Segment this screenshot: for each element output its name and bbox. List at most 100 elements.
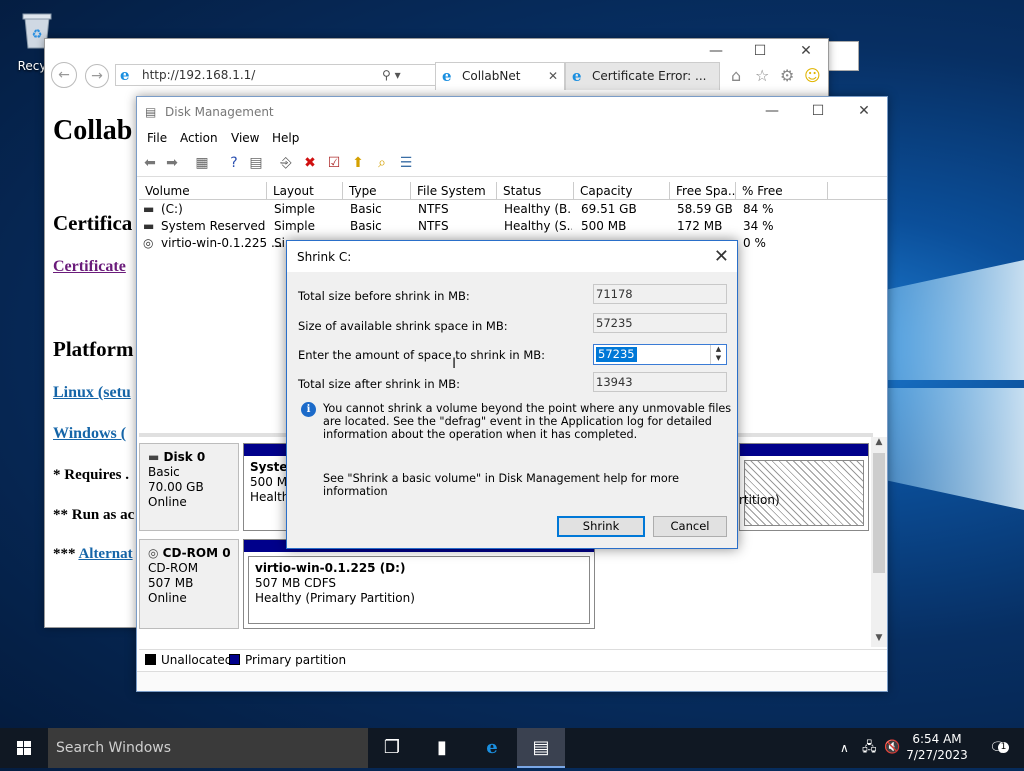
address-bar[interactable]: e http://192.168.1.1/ ⚲ ▾ ↻ bbox=[115, 64, 477, 86]
total-after-value: 13943 bbox=[593, 372, 727, 392]
list-view-icon[interactable]: ☰ bbox=[397, 154, 415, 172]
volume-free: 58.59 GB bbox=[677, 202, 733, 216]
legend: Unallocated Primary partition bbox=[139, 649, 887, 669]
volume-row[interactable]: ▬ System Reserved Simple Basic NTFS Heal… bbox=[139, 218, 887, 235]
total-after-label: Total size after shrink in MB: bbox=[298, 377, 460, 391]
search-icon[interactable]: ⚲ ▾ bbox=[382, 65, 401, 85]
volume-capacity: 69.51 GB bbox=[581, 202, 637, 216]
dm-title: Disk Management bbox=[165, 105, 274, 119]
tab-certificate-error[interactable]: e Certificate Error: ... bbox=[565, 62, 720, 90]
back-arrow-icon[interactable]: ⬅ bbox=[141, 154, 159, 172]
cdrom-partition[interactable]: virtio-win-0.1.225 (D:) 507 MB CDFS Heal… bbox=[243, 539, 595, 629]
delete-icon[interactable]: ✖ bbox=[301, 154, 319, 172]
home-icon[interactable]: ⌂ bbox=[731, 66, 741, 85]
stepper-up-icon[interactable]: ▲ bbox=[711, 345, 726, 354]
menu-action[interactable]: Action bbox=[180, 131, 218, 145]
forward-arrow-icon[interactable]: ➡ bbox=[163, 154, 181, 172]
taskbar-search-box[interactable]: Search Windows bbox=[48, 728, 368, 768]
col-free-space[interactable]: Free Spa... bbox=[670, 182, 736, 200]
text-cursor-icon: I bbox=[452, 356, 457, 372]
back-button[interactable]: ← bbox=[51, 62, 77, 88]
taskbar-disk-management[interactable]: ▤ bbox=[517, 728, 565, 768]
server-manager-icon: ▮ bbox=[437, 737, 447, 758]
notification-count: 1 bbox=[998, 742, 1009, 753]
minimize-button[interactable]: — bbox=[693, 39, 739, 65]
tray-expand-icon[interactable]: ∧ bbox=[840, 728, 849, 768]
shrink-amount-input[interactable]: 57235 bbox=[596, 347, 637, 362]
scroll-up-icon[interactable]: ▲ bbox=[871, 437, 887, 451]
stepper-arrows[interactable]: ▲ ▼ bbox=[710, 345, 726, 364]
c-drive-partition[interactable]: rtition) bbox=[739, 443, 869, 531]
shrink-button[interactable]: Shrink bbox=[557, 516, 645, 537]
upload-folder-icon[interactable]: ⬆ bbox=[349, 154, 367, 172]
close-button[interactable]: ✕ bbox=[783, 39, 829, 65]
forward-button[interactable]: → bbox=[85, 64, 109, 88]
console-tree-icon[interactable]: ▦ bbox=[193, 154, 211, 172]
favorites-star-icon[interactable]: ☆ bbox=[755, 66, 769, 85]
help-icon[interactable]: ? bbox=[225, 154, 243, 172]
col-file-system[interactable]: File System bbox=[411, 182, 497, 200]
col-status[interactable]: Status bbox=[497, 182, 574, 200]
col-capacity[interactable]: Capacity bbox=[574, 182, 670, 200]
scroll-thumb[interactable] bbox=[873, 453, 885, 573]
shrink-dialog[interactable]: Shrink C: ✕ Total size before shrink in … bbox=[286, 240, 738, 549]
cancel-button[interactable]: Cancel bbox=[653, 516, 727, 537]
taskbar-internet-explorer[interactable]: e bbox=[468, 728, 516, 768]
smiley-icon[interactable]: ☺ bbox=[804, 66, 821, 85]
connect-icon[interactable]: ⎆ bbox=[277, 154, 295, 172]
col-layout[interactable]: Layout bbox=[267, 182, 343, 200]
alternate-link[interactable]: Alternat bbox=[78, 546, 132, 562]
system-reserved-partition[interactable]: System 500 MB Healthy bbox=[243, 443, 289, 531]
col-percent-free[interactable]: % Free bbox=[736, 182, 828, 200]
disk-type: Basic bbox=[148, 465, 180, 479]
disk-0-label[interactable]: ▬ Disk 0 Basic 70.00 GB Online bbox=[139, 443, 239, 531]
partition-size: 500 MB bbox=[250, 475, 289, 489]
drive-icon: ▬ bbox=[143, 219, 155, 233]
menu-file[interactable]: File bbox=[147, 131, 167, 145]
partition-name: virtio-win-0.1.225 (D:) bbox=[255, 561, 406, 575]
check-icon[interactable]: ☑ bbox=[325, 154, 343, 172]
partition-header-bar bbox=[244, 444, 289, 456]
shrink-amount-stepper[interactable]: 57235 ▲ ▼ bbox=[593, 344, 727, 365]
scroll-down-icon[interactable]: ▼ bbox=[871, 633, 887, 647]
windows-link[interactable]: Windows ( bbox=[53, 425, 126, 443]
close-tab-icon[interactable]: ✕ bbox=[548, 63, 558, 89]
col-volume[interactable]: Volume bbox=[139, 182, 267, 200]
certificate-link[interactable]: Certificate bbox=[53, 258, 126, 276]
col-type[interactable]: Type bbox=[343, 182, 411, 200]
volume-row[interactable]: ▬ (C:) Simple Basic NTFS Healthy (B... 6… bbox=[139, 201, 887, 218]
start-button[interactable] bbox=[0, 728, 48, 768]
volume-muted-icon[interactable]: 🔇 bbox=[884, 728, 900, 768]
taskbar-clock[interactable]: 6:54 AM 7/27/2023 bbox=[905, 731, 969, 763]
taskbar-server-manager[interactable]: ▮ bbox=[418, 728, 466, 768]
search-folder-icon[interactable]: ⌕ bbox=[373, 154, 391, 172]
disk-pane-scrollbar[interactable]: ▲ ▼ bbox=[871, 437, 887, 647]
dm-titlebar[interactable]: ▤ Disk Management — ☐ ✕ bbox=[137, 97, 887, 127]
volume-status: Healthy (B... bbox=[504, 202, 572, 216]
dialog-close-button[interactable]: ✕ bbox=[714, 246, 729, 267]
maximize-button[interactable]: ☐ bbox=[737, 39, 783, 65]
properties-icon[interactable]: ▤ bbox=[247, 154, 265, 172]
cdrom-0-label[interactable]: ◎ CD-ROM 0 CD-ROM 507 MB Online bbox=[139, 539, 239, 629]
dm-maximize-button[interactable]: ☐ bbox=[795, 99, 841, 125]
linux-link[interactable]: Linux (setu bbox=[53, 384, 131, 402]
menu-view[interactable]: View bbox=[231, 131, 259, 145]
partition-status-tail: rtition) bbox=[739, 493, 780, 507]
volume-capacity: 500 MB bbox=[581, 219, 627, 233]
volume-layout: Simple bbox=[274, 219, 315, 233]
dm-close-button[interactable]: ✕ bbox=[841, 99, 887, 125]
shrink-info-text: You cannot shrink a volume beyond the po… bbox=[323, 402, 732, 441]
dialog-titlebar[interactable]: Shrink C: ✕ bbox=[287, 241, 737, 272]
stepper-down-icon[interactable]: ▼ bbox=[711, 354, 726, 363]
volume-name: virtio-win-0.1.225 ... bbox=[161, 236, 283, 250]
task-view-button[interactable]: ❐ bbox=[368, 728, 416, 768]
action-center-button[interactable]: 🗨 1 bbox=[984, 728, 1012, 768]
network-icon[interactable]: 🖧 bbox=[862, 728, 877, 768]
legend-primary-swatch bbox=[229, 654, 240, 665]
volume-layout: Si bbox=[274, 236, 285, 250]
disk-0-name: ▬ Disk 0 bbox=[148, 450, 238, 465]
menu-help[interactable]: Help bbox=[272, 131, 299, 145]
gear-icon[interactable]: ⚙ bbox=[780, 66, 794, 85]
dm-minimize-button[interactable]: — bbox=[749, 99, 795, 125]
tab-collabnet[interactable]: e CollabNet ✕ bbox=[435, 62, 565, 90]
